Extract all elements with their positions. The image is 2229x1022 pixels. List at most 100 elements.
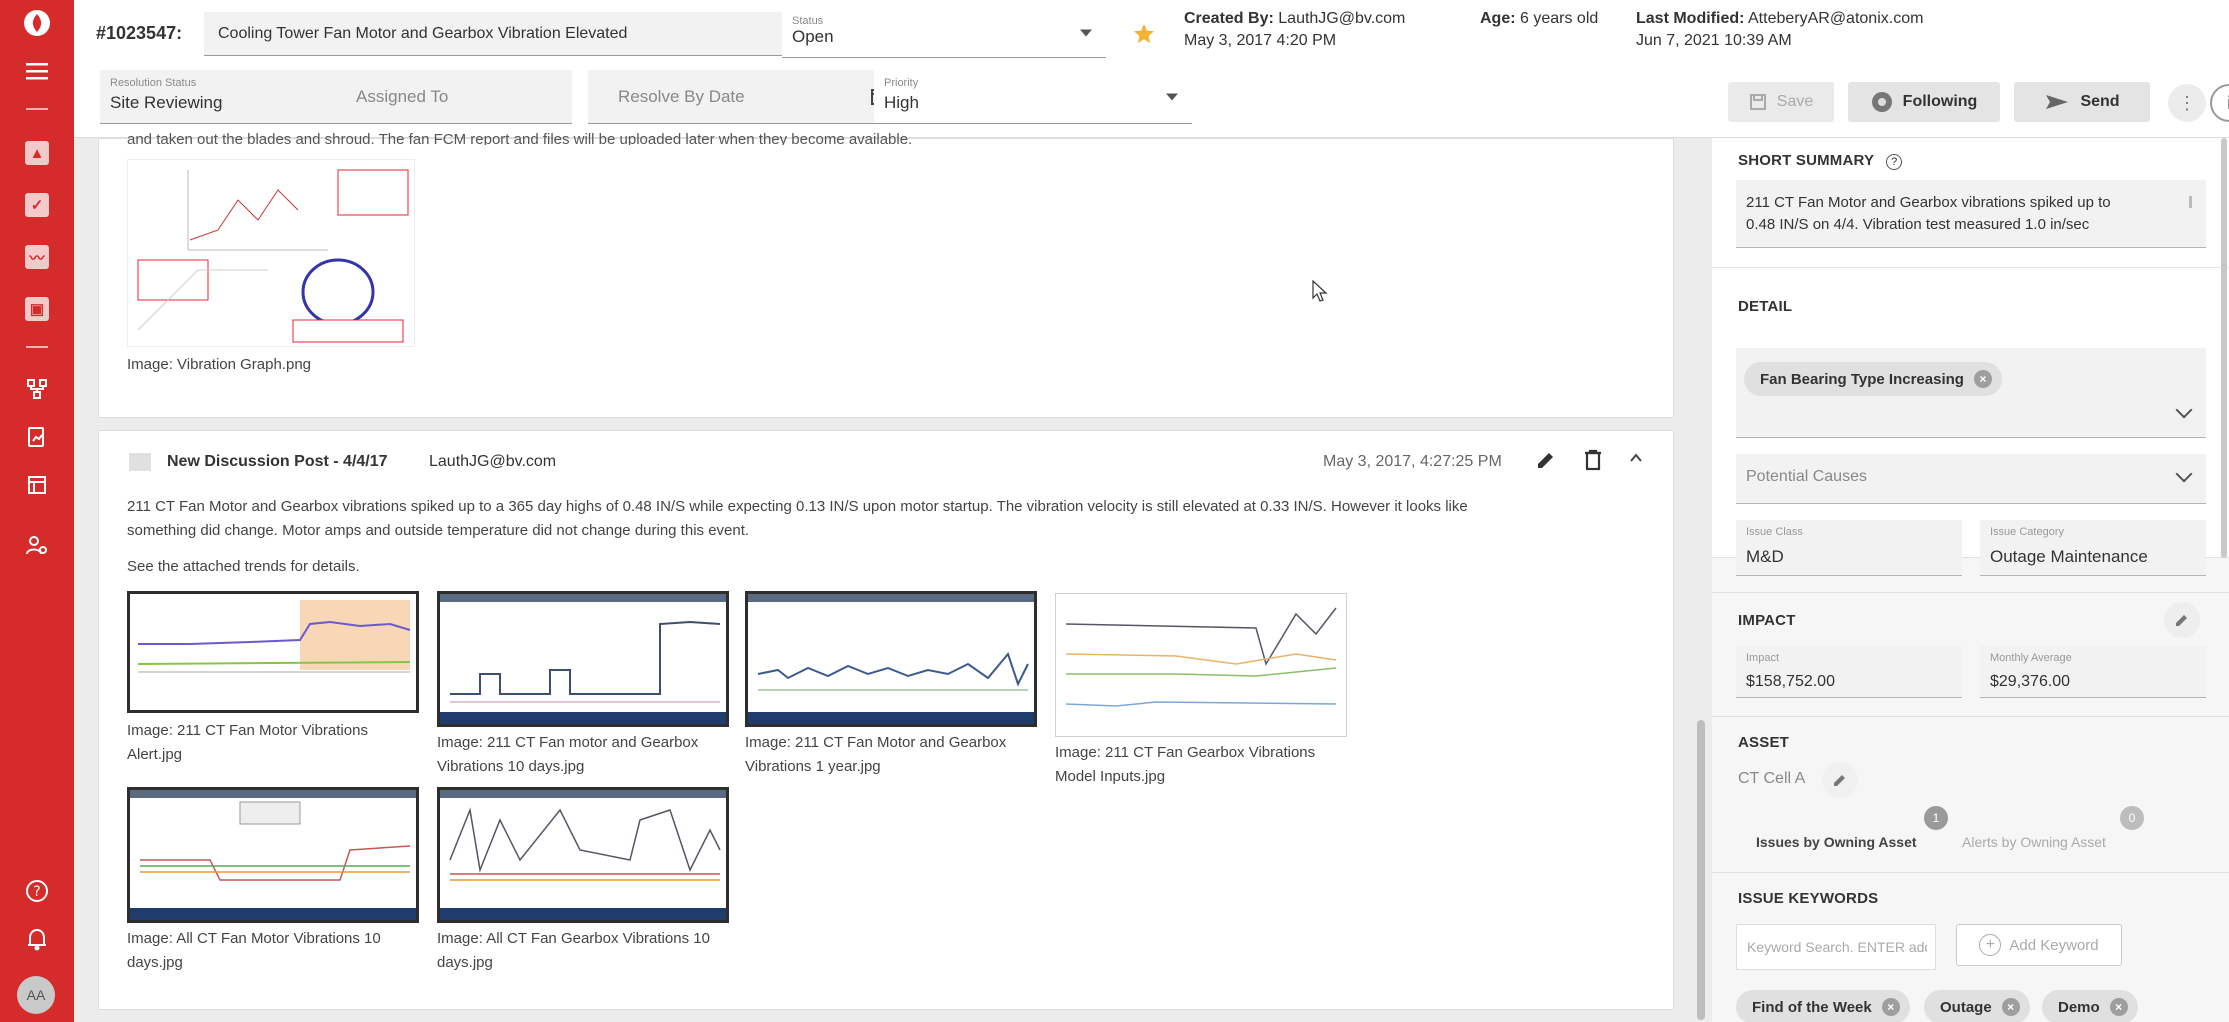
post-body-line: 211 CT Fan Motor and Gearbox vibrations … [127, 498, 1468, 515]
keyword-chip[interactable]: Outage × [1924, 990, 2030, 1022]
chevron-down-icon[interactable] [2175, 401, 2193, 419]
impact-title: IMPACT [1738, 612, 1796, 629]
remove-chip-icon[interactable]: × [2109, 998, 2128, 1016]
mouse-cursor-icon [1312, 279, 1328, 306]
image-caption-line: Model Inputs.jpg [1055, 768, 1166, 785]
attachment-thumbnail[interactable] [1055, 593, 1347, 737]
issues-by-asset-link[interactable]: Issues by Owning Asset [1756, 834, 1917, 850]
alerts-by-asset-link[interactable]: Alerts by Owning Asset [1962, 834, 2106, 850]
status-select[interactable]: Status Open [782, 8, 1106, 58]
image-caption: Image: Vibration Graph.png [127, 356, 312, 373]
issue-title-field[interactable]: Cooling Tower Fan Motor and Gearbox Vibr… [204, 12, 860, 56]
users-nav-icon[interactable] [22, 530, 52, 560]
data-nav-icon[interactable] [22, 470, 52, 500]
created-by-value: LauthJG@bv.com [1278, 10, 1406, 27]
detail-chip-label: Fan Bearing Type Increasing [1760, 370, 1964, 388]
rail-divider [26, 346, 48, 348]
info-icon[interactable]: i [2210, 84, 2229, 122]
detail-chips-field[interactable]: Fan Bearing Type Increasing × [1736, 348, 2206, 438]
notifications-bell-icon[interactable] [22, 924, 52, 954]
user-avatar[interactable]: AA [17, 976, 55, 1014]
chevron-down-icon[interactable] [2175, 465, 2193, 483]
section-divider [1712, 872, 2229, 873]
assigned-to-field[interactable]: Assigned To [342, 70, 572, 124]
edit-asset-icon[interactable] [1822, 762, 1858, 798]
main-scrollbar[interactable] [1697, 720, 1705, 1020]
issue-category-field[interactable]: Issue Category Outage Maintenance [1980, 520, 2206, 576]
keyword-chip[interactable]: Demo × [2042, 990, 2138, 1022]
issue-class-label: Issue Class [1746, 526, 1803, 538]
last-modified: Last Modified: AtteberyAR@atonix.com [1636, 8, 1923, 30]
short-summary-title-text: SHORT SUMMARY [1738, 152, 1874, 169]
attachment-thumbnail[interactable] [127, 591, 419, 713]
alerts-nav-icon[interactable]: ▲ [22, 138, 52, 168]
text-scroll-handle[interactable] [2189, 196, 2192, 208]
keyword-search-input[interactable]: Keyword Search. ENTER adds the ke [1736, 924, 1936, 970]
remove-chip-icon[interactable]: × [1881, 998, 1900, 1016]
help-circle-icon[interactable]: ? [1886, 154, 1903, 170]
discussion-post-card: New Discussion Post - 4/4/17 LauthJG@bv.… [98, 430, 1674, 1010]
dashboard-nav-icon[interactable]: ▣ [22, 294, 52, 324]
issue-class-value: M&D [1746, 547, 1784, 566]
resolve-by-placeholder: Resolve By Date [618, 86, 745, 106]
monthly-average-field[interactable]: Monthly Average $29,376.00 [1980, 646, 2206, 698]
reports-nav-icon[interactable] [22, 422, 52, 452]
asset-value: CT Cell A [1738, 770, 1806, 787]
image-caption-line: Alert.jpg [127, 746, 183, 763]
status-label: Status [792, 15, 824, 27]
favorite-star-icon[interactable] [1132, 22, 1156, 50]
save-button[interactable]: Save [1728, 82, 1834, 122]
menu-icon[interactable] [22, 56, 52, 86]
delete-post-icon[interactable] [1583, 449, 1603, 475]
post-author: LauthJG@bv.com [429, 453, 557, 470]
priority-select[interactable]: Priority High [874, 70, 1192, 124]
monthly-average-label: Monthly Average [1990, 652, 2072, 664]
more-options-icon[interactable]: ⋮ [2168, 84, 2206, 122]
resolution-value: Site Reviewing [110, 93, 223, 112]
vibration-graph-image[interactable] [127, 159, 415, 347]
attachment-thumbnail[interactable] [745, 591, 1037, 727]
panel-scrollbar[interactable] [2221, 138, 2227, 558]
following-button[interactable]: Following [1848, 82, 2000, 122]
attachment-thumbnail[interactable] [437, 591, 729, 727]
impact-field[interactable]: Impact $158,752.00 [1736, 646, 1962, 698]
modified-label: Last Modified: [1636, 10, 1745, 27]
app-logo-icon[interactable] [22, 8, 52, 38]
attachment-thumbnail[interactable] [127, 787, 419, 923]
detail-title: DETAIL [1738, 298, 1793, 315]
detail-chip[interactable]: Fan Bearing Type Increasing × [1744, 362, 2002, 396]
diagram-nav-icon[interactable] [22, 374, 52, 404]
send-button[interactable]: Send [2014, 82, 2150, 122]
help-icon[interactable]: ? [22, 876, 52, 906]
modified-date: Jun 7, 2021 10:39 AM [1636, 32, 1792, 49]
remove-chip-icon[interactable]: × [1973, 370, 1992, 388]
trends-nav-icon[interactable]: 〰 [22, 242, 52, 272]
save-icon [1749, 94, 1766, 110]
keyword-chip-label: Outage [1940, 998, 1992, 1016]
image-caption-line: Image: All CT Fan Gearbox Vibrations 10 [437, 930, 710, 947]
collapse-post-icon[interactable] [1629, 449, 1643, 470]
status-dropdown-icon [1080, 29, 1092, 36]
issue-category-value: Outage Maintenance [1990, 547, 2148, 566]
keyword-chip-label: Find of the Week [1752, 998, 1872, 1016]
post-checkbox-icon[interactable] [129, 453, 151, 471]
issue-class-field[interactable]: Issue Class M&D [1736, 520, 1962, 576]
potential-causes-select[interactable]: Potential Causes [1736, 454, 2206, 504]
impact-value: $158,752.00 [1746, 673, 1835, 690]
send-icon [2046, 95, 2069, 109]
nav-rail: ▲ ✓ 〰 ▣ ? AA [0, 0, 74, 1022]
remove-chip-icon[interactable]: × [2001, 998, 2020, 1016]
short-summary-title: SHORT SUMMARY ? [1738, 152, 1903, 170]
issue-details-panel: SHORT SUMMARY ? 211 CT Fan Motor and Gea… [1712, 138, 2229, 1022]
created-by-label: Created By: [1184, 10, 1274, 27]
edit-post-icon[interactable] [1535, 449, 1557, 475]
created-by: Created By: LauthJG@bv.com [1184, 8, 1405, 30]
keyword-chip[interactable]: Find of the Week × [1736, 990, 1910, 1022]
section-divider [1712, 592, 2229, 593]
attachment-thumbnail[interactable] [437, 787, 729, 923]
issues-nav-icon[interactable]: ✓ [22, 190, 52, 220]
add-keyword-button[interactable]: + Add Keyword [1956, 924, 2122, 966]
edit-impact-icon[interactable] [2164, 602, 2200, 638]
image-caption-line: Image: All CT Fan Motor Vibrations 10 [127, 930, 381, 947]
short-summary-field[interactable]: 211 CT Fan Motor and Gearbox vibrations … [1736, 180, 2206, 248]
